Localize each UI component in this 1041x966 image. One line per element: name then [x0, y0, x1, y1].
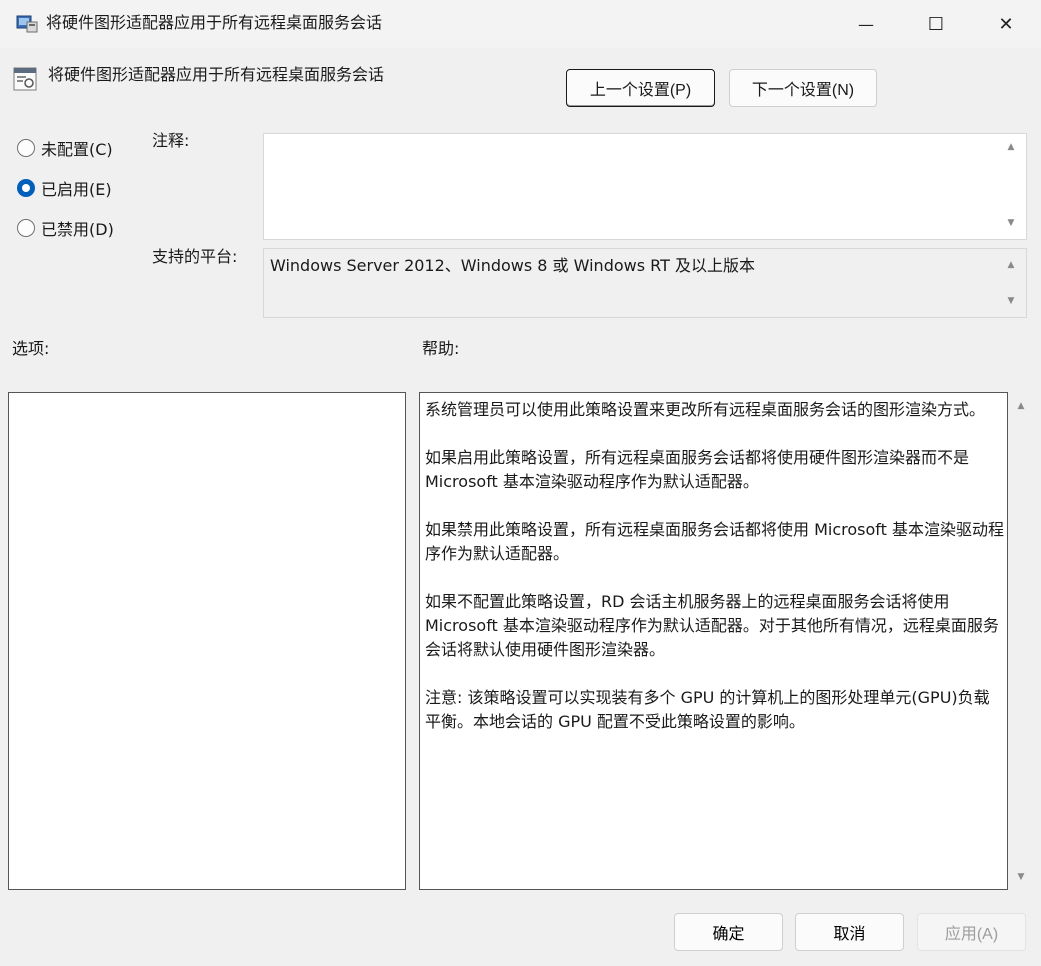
enabled-radio[interactable]: 已启用(E) — [17, 176, 112, 200]
disabled-label: 已禁用(D) — [41, 220, 114, 239]
window-title: 将硬件图形适配器应用于所有远程桌面服务会话 — [46, 13, 383, 32]
close-icon: ✕ — [998, 13, 1014, 35]
enabled-label: 已启用(E) — [41, 180, 112, 199]
policy-setting-icon — [12, 66, 38, 92]
comment-label: 注释: — [152, 131, 190, 150]
comment-scroll-up-icon[interactable]: ▲ — [1004, 142, 1018, 152]
supported-platforms-label: 支持的平台: — [152, 247, 238, 266]
group-policy-app-icon — [16, 13, 38, 33]
not-configured-label: 未配置(C) — [41, 140, 113, 159]
cancel-button[interactable]: 取消 — [795, 913, 904, 951]
radio-indicator[interactable] — [17, 219, 35, 237]
help-scroll-down-icon[interactable]: ▼ — [1014, 872, 1028, 882]
apply-button[interactable]: 应用(A) — [917, 913, 1026, 951]
help-paragraph: 如果不配置此策略设置，RD 会话主机服务器上的远程桌面服务会话将使用 Micro… — [425, 592, 999, 659]
supported-platforms-value: Windows Server 2012、Windows 8 或 Windows … — [270, 256, 755, 275]
radio-indicator[interactable] — [17, 139, 35, 157]
options-panel — [8, 392, 406, 890]
platform-scroll-down-icon[interactable]: ▼ — [1004, 296, 1018, 306]
help-paragraph: 如果启用此策略设置，所有远程桌面服务会话都将使用硬件图形渲染器而不是 Micro… — [425, 448, 970, 491]
maximize-button[interactable]: ☐ — [901, 0, 971, 48]
minimize-icon: — — [858, 14, 874, 34]
help-paragraph: 如果禁用此策略设置，所有远程桌面服务会话都将使用 Microsoft 基本渲染驱… — [425, 520, 1004, 563]
close-button[interactable]: ✕ — [971, 0, 1041, 48]
minimize-button[interactable]: — — [831, 0, 901, 48]
platform-scroll-up-icon[interactable]: ▲ — [1004, 260, 1018, 270]
not-configured-radio[interactable]: 未配置(C) — [17, 136, 113, 160]
next-setting-button[interactable]: 下一个设置(N) — [729, 69, 877, 107]
ok-button[interactable]: 确定 — [674, 913, 783, 951]
comment-scroll-down-icon[interactable]: ▼ — [1004, 218, 1018, 228]
disabled-radio[interactable]: 已禁用(D) — [17, 216, 114, 240]
help-paragraph: 系统管理员可以使用此策略设置来更改所有远程桌面服务会话的图形渲染方式。 — [425, 400, 986, 419]
help-scroll-up-icon[interactable]: ▲ — [1014, 401, 1028, 411]
help-label: 帮助: — [422, 339, 460, 358]
previous-setting-button[interactable]: 上一个设置(P) — [566, 69, 715, 107]
options-label: 选项: — [12, 339, 50, 358]
maximize-icon: ☐ — [927, 13, 945, 35]
comment-textarea[interactable] — [263, 133, 1027, 240]
policy-title: 将硬件图形适配器应用于所有远程桌面服务会话 — [48, 65, 385, 84]
radio-indicator-selected[interactable] — [17, 179, 35, 197]
help-paragraph: 注意: 该策略设置可以实现装有多个 GPU 的计算机上的图形处理单元(GPU)负… — [425, 688, 990, 731]
help-text: 系统管理员可以使用此策略设置来更改所有远程桌面服务会话的图形渲染方式。 如果启用… — [425, 398, 1005, 758]
